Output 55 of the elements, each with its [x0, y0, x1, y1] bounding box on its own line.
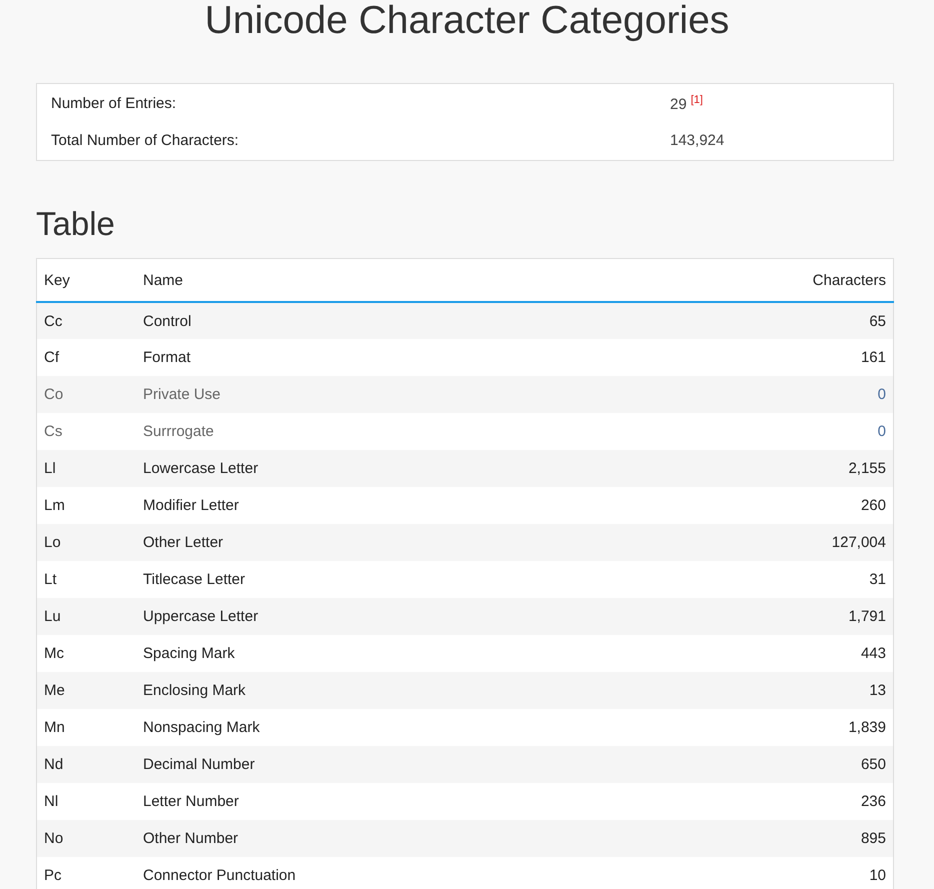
name-cell: Decimal Number	[136, 746, 632, 783]
footnote-link[interactable]: [1]	[690, 94, 703, 106]
name-cell: Modifier Letter	[136, 487, 632, 524]
key-cell: Co	[36, 376, 136, 413]
count-cell: 443	[632, 635, 894, 672]
key-cell: Cs	[36, 413, 136, 450]
key-cell: Nl	[36, 783, 136, 820]
count-cell: 895	[632, 820, 894, 857]
count-cell: 127,004	[632, 524, 894, 561]
key-cell: Lt	[36, 561, 136, 598]
name-cell: Letter Number	[136, 783, 632, 820]
count-cell: 2,155	[632, 450, 894, 487]
name-cell: Nonspacing Mark	[136, 709, 632, 746]
count-cell: 13	[632, 672, 894, 709]
name-cell: Spacing Mark	[136, 635, 632, 672]
key-cell: Lm	[36, 487, 136, 524]
name-cell: Other Number	[136, 820, 632, 857]
key-cell: Cf	[36, 339, 136, 376]
name-cell: Private Use	[136, 376, 632, 413]
count-cell: 1,839	[632, 709, 894, 746]
summary-label: Total Number of Characters:	[51, 132, 240, 149]
name-cell: Uppercase Letter	[136, 598, 632, 635]
key-cell: Pc	[36, 857, 136, 889]
section-heading: Table	[36, 204, 115, 244]
count-cell: 260	[632, 487, 894, 524]
key-cell: Nd	[36, 746, 136, 783]
key-cell: Ll	[36, 450, 136, 487]
key-cell: Mc	[36, 635, 136, 672]
count-cell: 1,791	[632, 598, 894, 635]
summary-value: 29	[670, 96, 687, 113]
count-cell: 236	[632, 783, 894, 820]
count-cell: 0	[632, 376, 894, 413]
name-cell: Surrrogate	[136, 413, 632, 450]
name-cell: Format	[136, 339, 632, 376]
summary-value: 143,924	[670, 132, 724, 149]
count-cell: 0	[632, 413, 894, 450]
summary-label: Number of Entries:	[51, 95, 178, 112]
key-cell: Mn	[36, 709, 136, 746]
key-cell: Cc	[36, 302, 136, 339]
key-cell: No	[36, 820, 136, 857]
name-cell: Control	[136, 302, 632, 339]
name-cell: Enclosing Mark	[136, 672, 632, 709]
name-cell: Titlecase Letter	[136, 561, 632, 598]
key-cell: Me	[36, 672, 136, 709]
page-title: Unicode Character Categories	[204, 0, 730, 42]
key-cell: Lo	[36, 524, 136, 561]
key-cell: Lu	[36, 598, 136, 635]
name-cell: Connector Punctuation	[136, 857, 632, 889]
count-cell: 161	[632, 339, 894, 376]
name-cell: Other Letter	[136, 524, 632, 561]
count-cell: 650	[632, 746, 894, 783]
count-cell: 65	[632, 302, 894, 339]
count-cell: 31	[632, 561, 894, 598]
count-cell: 10	[632, 857, 894, 889]
name-cell: Lowercase Letter	[136, 450, 632, 487]
